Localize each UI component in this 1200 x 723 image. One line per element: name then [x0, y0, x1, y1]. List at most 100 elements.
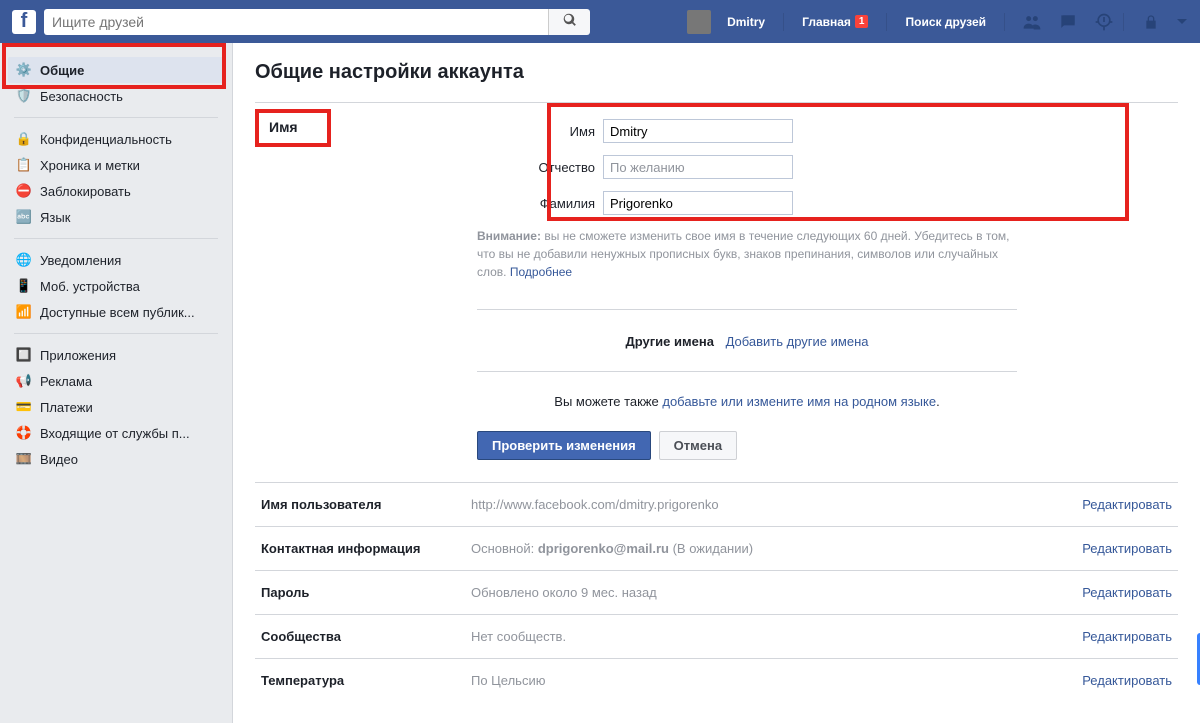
row-value: Нет сообществ. — [471, 629, 1082, 644]
film-icon: 🎞️ — [16, 451, 32, 467]
row-value: По Цельсию — [471, 673, 1082, 688]
sidebar-item-label: Уведомления — [40, 253, 121, 268]
content: Общие настройки аккаунта Имя Имя Отчеств… — [232, 43, 1200, 723]
friend-requests-icon[interactable] — [1021, 11, 1043, 33]
section-label-name: Имя — [261, 117, 306, 137]
row-value: Обновлено около 9 мес. назад — [471, 585, 1082, 600]
row-value: Основной: dprigorenko@mail.ru (В ожидани… — [471, 541, 1082, 556]
row-label: Температура — [261, 673, 471, 688]
name-form: Имя Отчество Фамилия — [477, 119, 1178, 215]
sidebar-item-label: Платежи — [40, 400, 93, 415]
sidebar-item-privacy[interactable]: 🔒 Конфиденциальность — [8, 126, 224, 152]
edit-link[interactable]: Редактировать — [1082, 497, 1172, 512]
middle-name-label: Отчество — [477, 160, 595, 175]
sidebar-item-label: Конфиденциальность — [40, 132, 172, 147]
review-changes-button[interactable]: Проверить изменения — [477, 431, 651, 460]
chevron-down-icon[interactable] — [1176, 11, 1188, 33]
sidebar-item-label: Заблокировать — [40, 184, 131, 199]
cancel-button[interactable]: Отмена — [659, 431, 737, 460]
sidebar-item-video[interactable]: 🎞️ Видео — [8, 446, 224, 472]
row-contact: Контактная информация Основной: dprigore… — [255, 527, 1178, 571]
sidebar-item-label: Входящие от службы п... — [40, 426, 190, 441]
name-section: Имя Имя Отчество Фамилия Внимание: вы — [255, 102, 1178, 483]
edit-link[interactable]: Редактировать — [1082, 541, 1172, 556]
search-input[interactable] — [44, 9, 548, 35]
sidebar-item-label: Приложения — [40, 348, 116, 363]
middle-name-input[interactable] — [603, 155, 793, 179]
search-icon — [563, 13, 577, 30]
sidebar-item-payments[interactable]: 💳 Платежи — [8, 394, 224, 420]
native-name-link[interactable]: добавьте или измените имя на родном язык… — [662, 394, 936, 409]
language-icon: 🔤 — [16, 209, 32, 225]
row-password: Пароль Обновлено около 9 мес. назад Реда… — [255, 571, 1178, 615]
sidebar-item-security[interactable]: 🛡️ Безопасность — [8, 83, 224, 109]
home-label: Главная — [802, 15, 851, 29]
sidebar-item-label: Доступные всем публик... — [40, 305, 195, 320]
also-period: . — [936, 394, 940, 409]
shield-icon: 🛡️ — [16, 88, 32, 104]
page-title: Общие настройки аккаунта — [255, 61, 1178, 84]
row-label: Сообщества — [261, 629, 471, 644]
sidebar-item-notifications[interactable]: 🌐 Уведомления — [8, 247, 224, 273]
mobile-icon: 📱 — [16, 278, 32, 294]
row-label: Имя пользователя — [261, 497, 471, 512]
name-warning: Внимание: вы не сможете изменить свое им… — [477, 227, 1017, 281]
sidebar-item-apps[interactable]: 🔲 Приложения — [8, 342, 224, 368]
logo[interactable]: f — [12, 10, 36, 34]
sidebar-item-label: Общие — [40, 63, 84, 78]
add-other-names-link[interactable]: Добавить другие имена — [726, 334, 869, 349]
messages-icon[interactable] — [1057, 11, 1079, 33]
form-row-middle-name: Отчество — [477, 155, 1178, 179]
edit-link[interactable]: Редактировать — [1082, 585, 1172, 600]
home-link[interactable]: Главная 1 — [792, 8, 878, 35]
native-name-line: Вы можете также добавьте или измените им… — [477, 371, 1017, 409]
lock-icon[interactable] — [1140, 11, 1162, 33]
row-label: Пароль — [261, 585, 471, 600]
edit-link[interactable]: Редактировать — [1082, 673, 1172, 688]
row-temperature: Температура По Цельсию Редактировать — [255, 659, 1178, 702]
sidebar-item-ads[interactable]: 📢 Реклама — [8, 368, 224, 394]
sidebar-item-language[interactable]: 🔤 Язык — [8, 204, 224, 230]
sidebar-item-label: Хроника и метки — [40, 158, 140, 173]
row-networks: Сообщества Нет сообществ. Редактировать — [255, 615, 1178, 659]
card-icon: 💳 — [16, 399, 32, 415]
search-wrap — [44, 9, 590, 35]
gear-icon: ⚙️ — [16, 62, 32, 78]
sidebar-item-public-posts[interactable]: 📶 Доступные всем публик... — [8, 299, 224, 325]
sidebar-item-timeline[interactable]: 📋 Хроника и метки — [8, 152, 224, 178]
sidebar-item-label: Видео — [40, 452, 78, 467]
globe-icon: 🌐 — [16, 252, 32, 268]
apps-icon: 🔲 — [16, 347, 32, 363]
topbar: f Dmitry Главная 1 Поиск друзей — [0, 0, 1200, 43]
timeline-icon: 📋 — [16, 157, 32, 173]
sidebar-item-blocking[interactable]: ⛔ Заблокировать — [8, 178, 224, 204]
sidebar-item-general[interactable]: ⚙️ Общие — [8, 57, 224, 83]
other-names-line: Другие имена Добавить другие имена — [477, 309, 1017, 349]
first-name-label: Имя — [477, 124, 595, 139]
notifications-icon[interactable] — [1093, 11, 1115, 33]
warning-bold: Внимание: — [477, 229, 541, 243]
form-row-last-name: Фамилия — [477, 191, 1178, 215]
search-button[interactable] — [548, 9, 590, 35]
avatar[interactable] — [687, 10, 711, 34]
sidebar: ⚙️ Общие 🛡️ Безопасность 🔒 Конфиденциаль… — [0, 43, 232, 723]
block-icon: ⛔ — [16, 183, 32, 199]
lock-icon: 🔒 — [16, 131, 32, 147]
edit-link[interactable]: Редактировать — [1082, 629, 1172, 644]
last-name-input[interactable] — [603, 191, 793, 215]
profile-link[interactable]: Dmitry — [717, 8, 775, 35]
learn-more-link[interactable]: Подробнее — [510, 265, 572, 279]
sidebar-item-label: Моб. устройства — [40, 279, 140, 294]
sidebar-item-label: Безопасность — [40, 89, 123, 104]
lifebuoy-icon: 🛟 — [16, 425, 32, 441]
first-name-input[interactable] — [603, 119, 793, 143]
sidebar-item-support-inbox[interactable]: 🛟 Входящие от службы п... — [8, 420, 224, 446]
sidebar-item-mobile[interactable]: 📱 Моб. устройства — [8, 273, 224, 299]
sidebar-item-label: Язык — [40, 210, 70, 225]
name-button-row: Проверить изменения Отмена — [477, 431, 1178, 460]
ads-icon: 📢 — [16, 373, 32, 389]
sidebar-item-label: Реклама — [40, 374, 92, 389]
form-row-first-name: Имя — [477, 119, 1178, 143]
find-friends-link[interactable]: Поиск друзей — [895, 8, 996, 35]
rss-icon: 📶 — [16, 304, 32, 320]
